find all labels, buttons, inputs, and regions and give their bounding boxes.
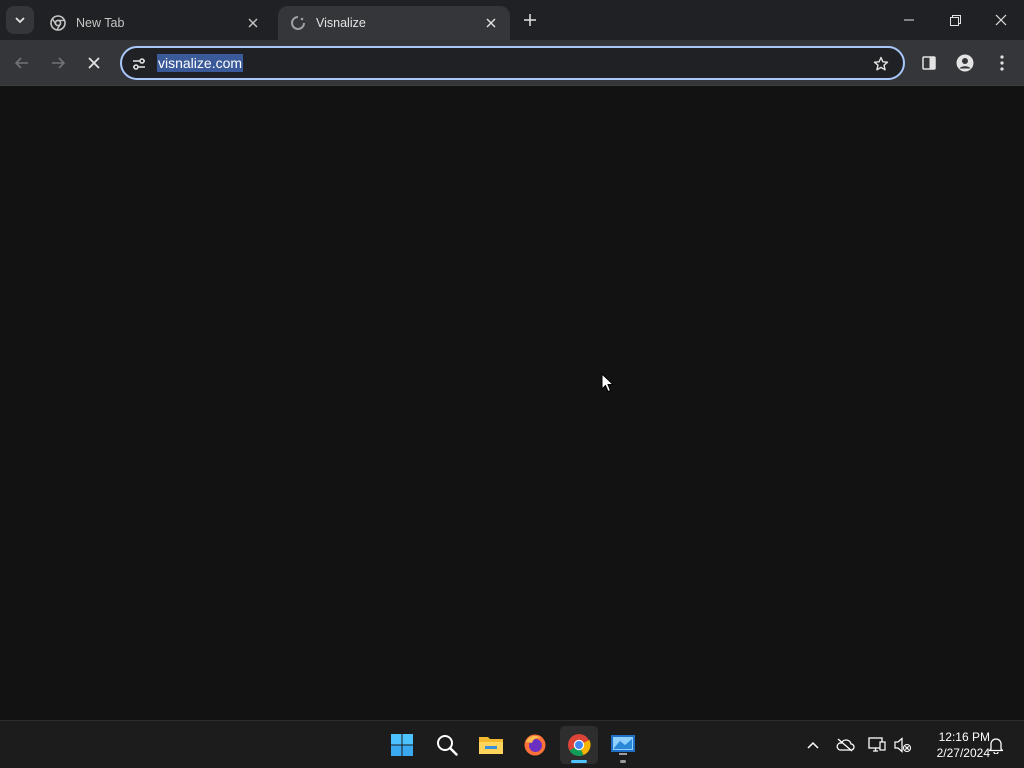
new-tab-button[interactable] bbox=[519, 9, 541, 31]
notifications-button[interactable] bbox=[984, 733, 1008, 757]
forward-button[interactable] bbox=[42, 47, 74, 79]
search-icon bbox=[437, 735, 458, 756]
file-explorer-icon bbox=[479, 737, 503, 754]
minimize-button[interactable] bbox=[886, 0, 932, 40]
show-hidden-icons-button[interactable] bbox=[801, 733, 825, 757]
plus-icon bbox=[524, 14, 536, 26]
page-content bbox=[0, 87, 1024, 720]
stop-loading-icon bbox=[88, 57, 100, 69]
tab-strip: New Tab Visnalize bbox=[0, 0, 1024, 40]
system-clock[interactable]: 12:16 PM 2/27/2024 bbox=[918, 729, 990, 761]
back-arrow-icon bbox=[14, 57, 28, 69]
restore-button[interactable] bbox=[932, 0, 978, 40]
side-panel-button[interactable] bbox=[913, 47, 945, 79]
notification-bell-icon bbox=[988, 737, 1004, 754]
loading-spinner-icon bbox=[290, 15, 306, 31]
running-app-indicator bbox=[620, 760, 626, 763]
taskbar-chrome[interactable] bbox=[560, 726, 598, 764]
onedrive-offline-icon bbox=[836, 738, 855, 752]
mouse-cursor-icon bbox=[601, 373, 615, 393]
stop-loading-button[interactable] bbox=[78, 47, 110, 79]
tune-icon[interactable] bbox=[130, 55, 148, 73]
active-app-indicator bbox=[571, 760, 587, 763]
chevron-down-icon bbox=[15, 17, 25, 24]
close-tab-icon[interactable] bbox=[482, 14, 500, 32]
volume-tray[interactable] bbox=[891, 733, 915, 757]
menu-kebab-icon bbox=[1000, 55, 1004, 71]
network-icon bbox=[868, 737, 886, 752]
start-button[interactable] bbox=[383, 726, 421, 764]
address-bar[interactable]: visnalize.com bbox=[120, 46, 905, 80]
chevron-up-icon bbox=[807, 741, 819, 749]
taskbar-file-explorer[interactable] bbox=[472, 726, 510, 764]
windows-start-icon bbox=[391, 734, 413, 756]
bookmark-star-icon[interactable] bbox=[871, 54, 891, 74]
taskbar-firefox[interactable] bbox=[516, 726, 554, 764]
clock-date: 2/27/2024 bbox=[936, 746, 990, 760]
tab-title: Visnalize bbox=[316, 16, 366, 30]
menu-button[interactable] bbox=[986, 47, 1018, 79]
side-panel-icon bbox=[922, 56, 936, 70]
profile-icon bbox=[956, 54, 974, 72]
tab-search-button[interactable] bbox=[6, 6, 34, 34]
windows-taskbar: 12:16 PM 2/27/2024 bbox=[0, 720, 1024, 768]
minimize-icon bbox=[904, 19, 914, 21]
back-button[interactable] bbox=[6, 47, 38, 79]
profile-button[interactable] bbox=[949, 47, 981, 79]
remote-desktop-icon bbox=[611, 735, 635, 755]
url-text[interactable]: visnalize.com bbox=[157, 54, 244, 72]
chrome-icon bbox=[50, 15, 66, 31]
network-tray[interactable] bbox=[865, 733, 889, 757]
restore-icon bbox=[949, 14, 961, 26]
close-tab-icon[interactable] bbox=[244, 14, 262, 32]
clock-time: 12:16 PM bbox=[938, 730, 990, 744]
firefox-icon bbox=[524, 734, 546, 756]
close-window-button[interactable] bbox=[978, 0, 1024, 40]
taskbar-remote-desktop[interactable] bbox=[604, 726, 642, 764]
tab-visnalize[interactable]: Visnalize bbox=[278, 6, 510, 40]
close-icon bbox=[995, 14, 1007, 26]
volume-muted-icon bbox=[894, 737, 912, 753]
forward-arrow-icon bbox=[52, 57, 66, 69]
browser-toolbar: visnalize.com bbox=[0, 40, 1024, 86]
tab-new-tab[interactable]: New Tab bbox=[38, 6, 272, 40]
tab-title: New Tab bbox=[76, 16, 125, 30]
chrome-icon bbox=[568, 734, 591, 756]
taskbar-search-button[interactable] bbox=[428, 726, 466, 764]
onedrive-tray[interactable] bbox=[833, 733, 857, 757]
